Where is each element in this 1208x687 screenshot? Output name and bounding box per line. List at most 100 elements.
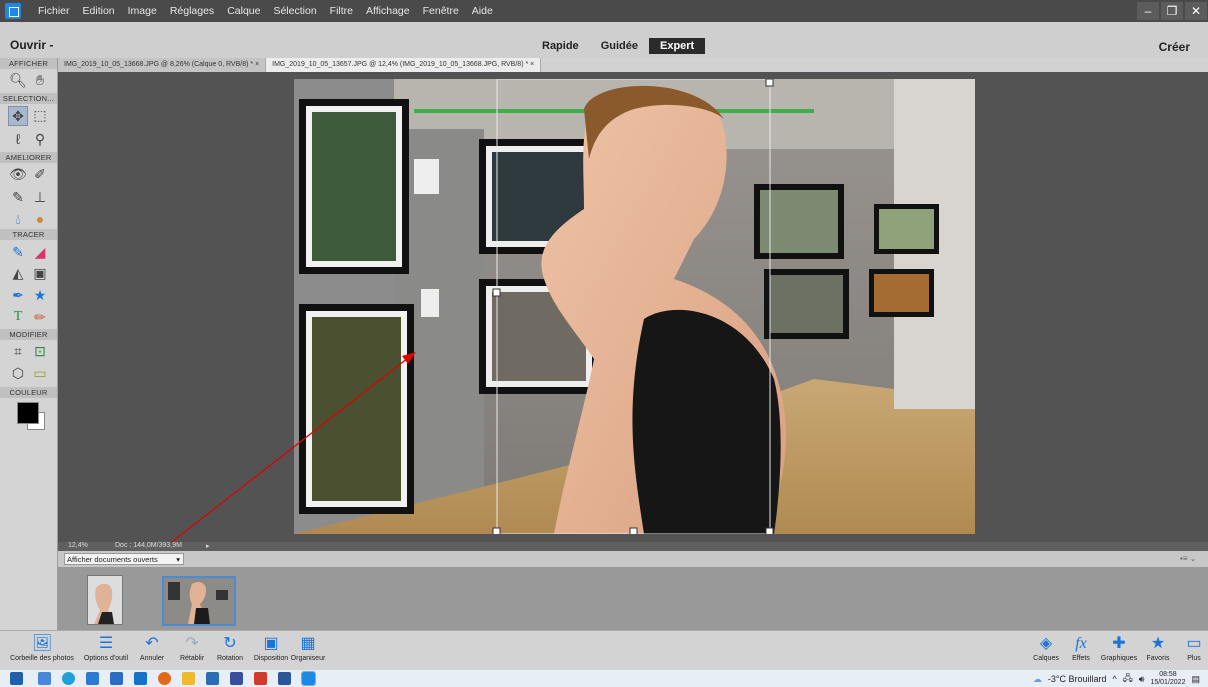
bin-dropdown[interactable]: Afficher documents ouverts ▾ xyxy=(64,553,184,565)
pencil-icon[interactable]: ✏ xyxy=(31,308,49,326)
app-icon[interactable] xyxy=(134,672,147,685)
bin-thumbnail-2[interactable] xyxy=(162,576,236,626)
custom-shape-icon[interactable]: ★ xyxy=(31,286,49,304)
minimize-icon[interactable]: – xyxy=(1137,2,1159,20)
text-icon[interactable]: T xyxy=(9,308,27,326)
document-canvas[interactable] xyxy=(294,79,975,534)
menu-edition[interactable]: Edition xyxy=(83,5,115,17)
edge-icon[interactable] xyxy=(62,672,75,685)
section-tracer: TRACER xyxy=(0,229,57,240)
word-icon[interactable] xyxy=(278,672,291,685)
tool-options-icon: ☰ xyxy=(98,635,114,652)
lasso-icon[interactable]: ℓ xyxy=(9,130,27,148)
paint-bucket-icon[interactable]: ◭ xyxy=(9,264,27,282)
menu-calque[interactable]: Calque xyxy=(227,5,260,17)
smart-brush-icon[interactable]: ✎ xyxy=(9,188,27,206)
organizer-button[interactable]: ▦ Organiseur xyxy=(290,635,326,662)
network-icon[interactable]: 🖧︎ xyxy=(1123,671,1133,687)
mode-guidee[interactable]: Guidée xyxy=(590,38,649,54)
tray-chevron-icon[interactable]: ^ xyxy=(1112,674,1116,684)
create-button[interactable]: Créer xyxy=(1159,40,1190,54)
layout-label: Disposition xyxy=(253,655,289,662)
section-ameliorer: AMELIORER xyxy=(0,152,57,163)
zoom-icon[interactable]: 🔍︎ xyxy=(9,71,27,89)
undo-button[interactable]: ↶ Annuler xyxy=(136,635,168,662)
windows-taskbar: ☁︎ -3°C Brouillard ^ 🖧︎ 🔊︎ 08:58 15/01/2… xyxy=(0,670,1208,687)
organizer-icon: ▦ xyxy=(300,635,316,652)
redo-button[interactable]: ↷ Rétablir xyxy=(176,635,208,662)
eraser-icon[interactable]: ◢ xyxy=(31,243,49,261)
close-icon[interactable]: × xyxy=(530,61,534,68)
weather-text[interactable]: -3°C Brouillard xyxy=(1048,674,1107,684)
zoom-level: 12,4% xyxy=(68,542,88,549)
clock[interactable]: 08:58 15/01/2022 xyxy=(1150,671,1185,687)
photoshop-elements-icon[interactable] xyxy=(301,671,316,686)
photo-illustration xyxy=(294,79,975,534)
notifications-icon[interactable]: ▤ xyxy=(1191,674,1200,685)
layers-button[interactable]: ◈ Calques xyxy=(1030,635,1062,662)
restore-icon[interactable]: ❐ xyxy=(1161,2,1183,20)
menu-affichage[interactable]: Affichage xyxy=(366,5,410,17)
bin-options-icon[interactable]: ▪︎≡ ⌄ xyxy=(1180,554,1196,563)
security-icon[interactable] xyxy=(110,672,123,685)
effects-button[interactable]: fx Effets xyxy=(1066,635,1096,662)
layout-button[interactable]: ▣ Disposition xyxy=(252,635,290,662)
sponge-icon[interactable]: ● xyxy=(31,210,49,228)
marquee-icon[interactable]: ⬚ xyxy=(31,106,49,124)
content-aware-move-icon[interactable]: ⬡ xyxy=(9,364,27,382)
mode-bar: Ouvrir - Rapide Guidée Expert Créer xyxy=(0,22,1208,59)
menu-selection[interactable]: Sélection xyxy=(273,5,316,17)
tab-document-1[interactable]: IMG_2019_10_05_13668.JPG @ 8,26% (Calque… xyxy=(58,58,267,72)
straighten-icon[interactable]: ▭ xyxy=(31,364,49,382)
firefox-icon[interactable] xyxy=(158,672,171,685)
recompose-icon[interactable]: ⊡ xyxy=(31,342,49,360)
task-view-icon[interactable] xyxy=(38,672,51,685)
photo-bin-button[interactable]: 🖼︎ Corbeille des photos xyxy=(8,635,76,662)
spot-healing-icon[interactable]: ✐ xyxy=(31,165,49,183)
color-picker-icon[interactable]: ✒ xyxy=(9,286,27,304)
favorites-button[interactable]: ★ Favoris xyxy=(1142,635,1174,662)
photos-icon[interactable] xyxy=(206,672,219,685)
tool-options-label: Options d'outil xyxy=(83,655,129,662)
app2-icon[interactable] xyxy=(230,672,243,685)
volume-icon[interactable]: 🔊︎ xyxy=(1139,674,1145,685)
move-tool-icon[interactable]: ✥ xyxy=(8,106,28,126)
rotate-button[interactable]: ↻ Rotation xyxy=(212,635,248,662)
graphics-label: Graphiques xyxy=(1100,655,1138,662)
clone-stamp-icon[interactable]: ⊥ xyxy=(31,188,49,206)
windows-start-icon[interactable] xyxy=(10,672,23,685)
graphics-button[interactable]: ✚ Graphiques xyxy=(1098,635,1140,662)
clock-date: 15/01/2022 xyxy=(1150,679,1186,686)
menu-aide[interactable]: Aide xyxy=(472,5,493,17)
mode-rapide[interactable]: Rapide xyxy=(531,38,590,54)
status-bar: 12,4% Doc : 144,0M/393,9M ▸ xyxy=(58,542,1208,551)
tool-options-button[interactable]: ☰ Options d'outil xyxy=(80,635,132,662)
organizer-label: Organiseur xyxy=(290,655,326,662)
menu-fenetre[interactable]: Fenêtre xyxy=(423,5,459,17)
menu-filtre[interactable]: Filtre xyxy=(330,5,353,17)
tab-document-2[interactable]: IMG_2019_10_05_13657.JPG @ 12,4% (IMG_20… xyxy=(266,58,542,72)
close-icon[interactable]: × xyxy=(255,61,259,68)
mode-expert[interactable]: Expert xyxy=(648,38,706,54)
red-eye-icon[interactable]: 👁︎ xyxy=(9,165,27,183)
document-tabs: IMG_2019_10_05_13668.JPG @ 8,26% (Calque… xyxy=(58,58,1208,72)
close-icon[interactable]: ✕ xyxy=(1185,2,1207,20)
open-button[interactable]: Ouvrir - xyxy=(10,38,53,52)
gradient-icon[interactable]: ▣ xyxy=(31,264,49,282)
foreground-color-swatch[interactable] xyxy=(17,402,39,424)
tab-label: IMG_2019_10_05_13668.JPG @ 8,26% (Calque… xyxy=(64,61,254,68)
blur-icon[interactable]: 💧︎ xyxy=(9,210,27,228)
menu-image[interactable]: Image xyxy=(128,5,157,17)
brush-icon[interactable]: ✎ xyxy=(9,243,27,261)
menu-fichier[interactable]: Fichier xyxy=(38,5,70,17)
quick-selection-icon[interactable]: ⚲ xyxy=(31,130,49,148)
hand-icon[interactable]: ✋︎ xyxy=(31,71,49,89)
file-explorer-icon[interactable] xyxy=(182,672,195,685)
mail-icon[interactable] xyxy=(86,672,99,685)
bin-thumbnail-1[interactable] xyxy=(87,575,123,625)
crop-icon[interactable]: ⌗ xyxy=(9,342,27,360)
status-menu-icon[interactable]: ▸ xyxy=(206,542,210,550)
vpn-icon[interactable] xyxy=(254,672,267,685)
menu-reglages[interactable]: Réglages xyxy=(170,5,214,17)
more-button[interactable]: ▭ Plus xyxy=(1182,635,1206,662)
